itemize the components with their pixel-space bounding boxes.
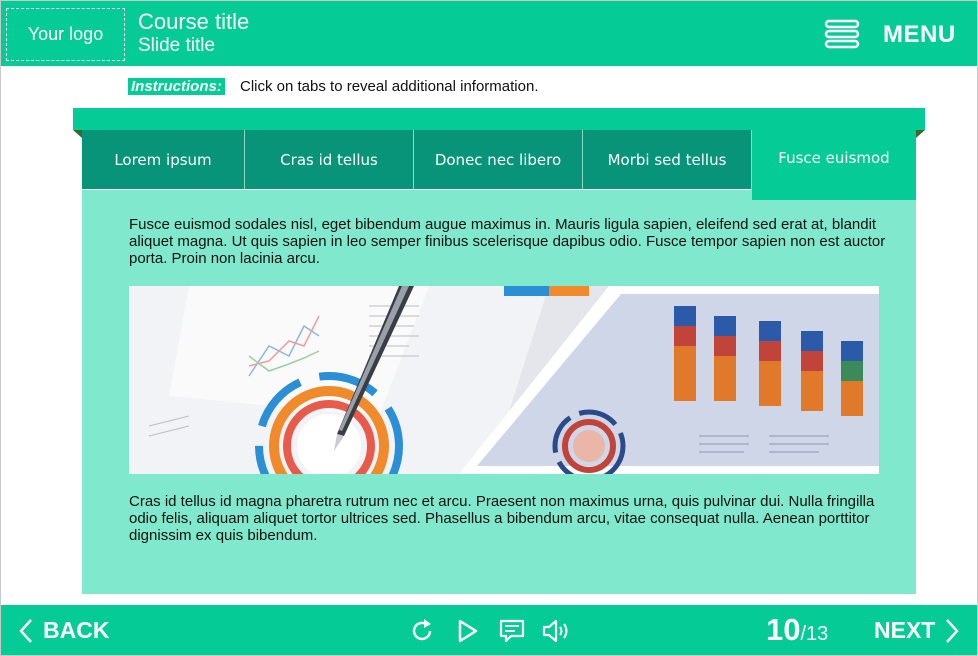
page-counter: 10/13	[766, 612, 828, 648]
back-button[interactable]: BACK	[19, 617, 109, 644]
replay-icon[interactable]	[410, 618, 436, 644]
tab-morbi-sed-tellus[interactable]: Morbi sed tellus	[583, 130, 752, 189]
fold-corner-right	[916, 130, 925, 138]
chevron-left-icon	[19, 618, 32, 643]
slide-title: Slide title	[138, 35, 216, 56]
tab-cras-id-tellus[interactable]: Cras id tellus	[245, 130, 414, 189]
tab-bar: Lorem ipsum Cras id tellus Donec nec lib…	[82, 130, 916, 200]
header-bar: Your logo Course title Slide title MENU	[1, 1, 977, 66]
content-paragraph-2: Cras id tellus id magna pharetra rutrum …	[129, 493, 875, 544]
tab-fusce-euismod[interactable]: Fusce euismod	[752, 130, 916, 200]
footer-bar: BACK 10/13 NEXT	[1, 605, 977, 655]
fold-corner-left	[73, 130, 82, 138]
current-page: 10	[766, 612, 801, 647]
menu-button[interactable]: MENU	[883, 21, 956, 49]
transcript-icon[interactable]	[499, 618, 525, 644]
tabs-top-bar	[73, 108, 925, 130]
tab-lorem-ipsum[interactable]: Lorem ipsum	[82, 130, 245, 189]
content-paragraph-1: Fusce euismod sodales nisl, eget bibendu…	[129, 216, 886, 267]
chevron-right-icon	[946, 618, 960, 643]
instructions-text: Click on tabs to reveal additional infor…	[240, 78, 539, 95]
logo: Your logo	[6, 8, 125, 61]
instructions-tag: Instructions:	[128, 78, 225, 95]
next-button[interactable]: NEXT	[874, 617, 960, 644]
volume-icon[interactable]	[542, 618, 572, 644]
next-label: NEXT	[874, 617, 936, 643]
course-title: Course title	[138, 9, 250, 34]
total-pages: /13	[800, 623, 829, 645]
play-icon[interactable]	[455, 618, 481, 644]
tab-donec-nec-libero[interactable]: Donec nec libero	[414, 130, 583, 189]
back-label: BACK	[43, 617, 110, 643]
business-charts-image	[129, 286, 879, 474]
stack-menu-icon[interactable]	[824, 19, 860, 49]
